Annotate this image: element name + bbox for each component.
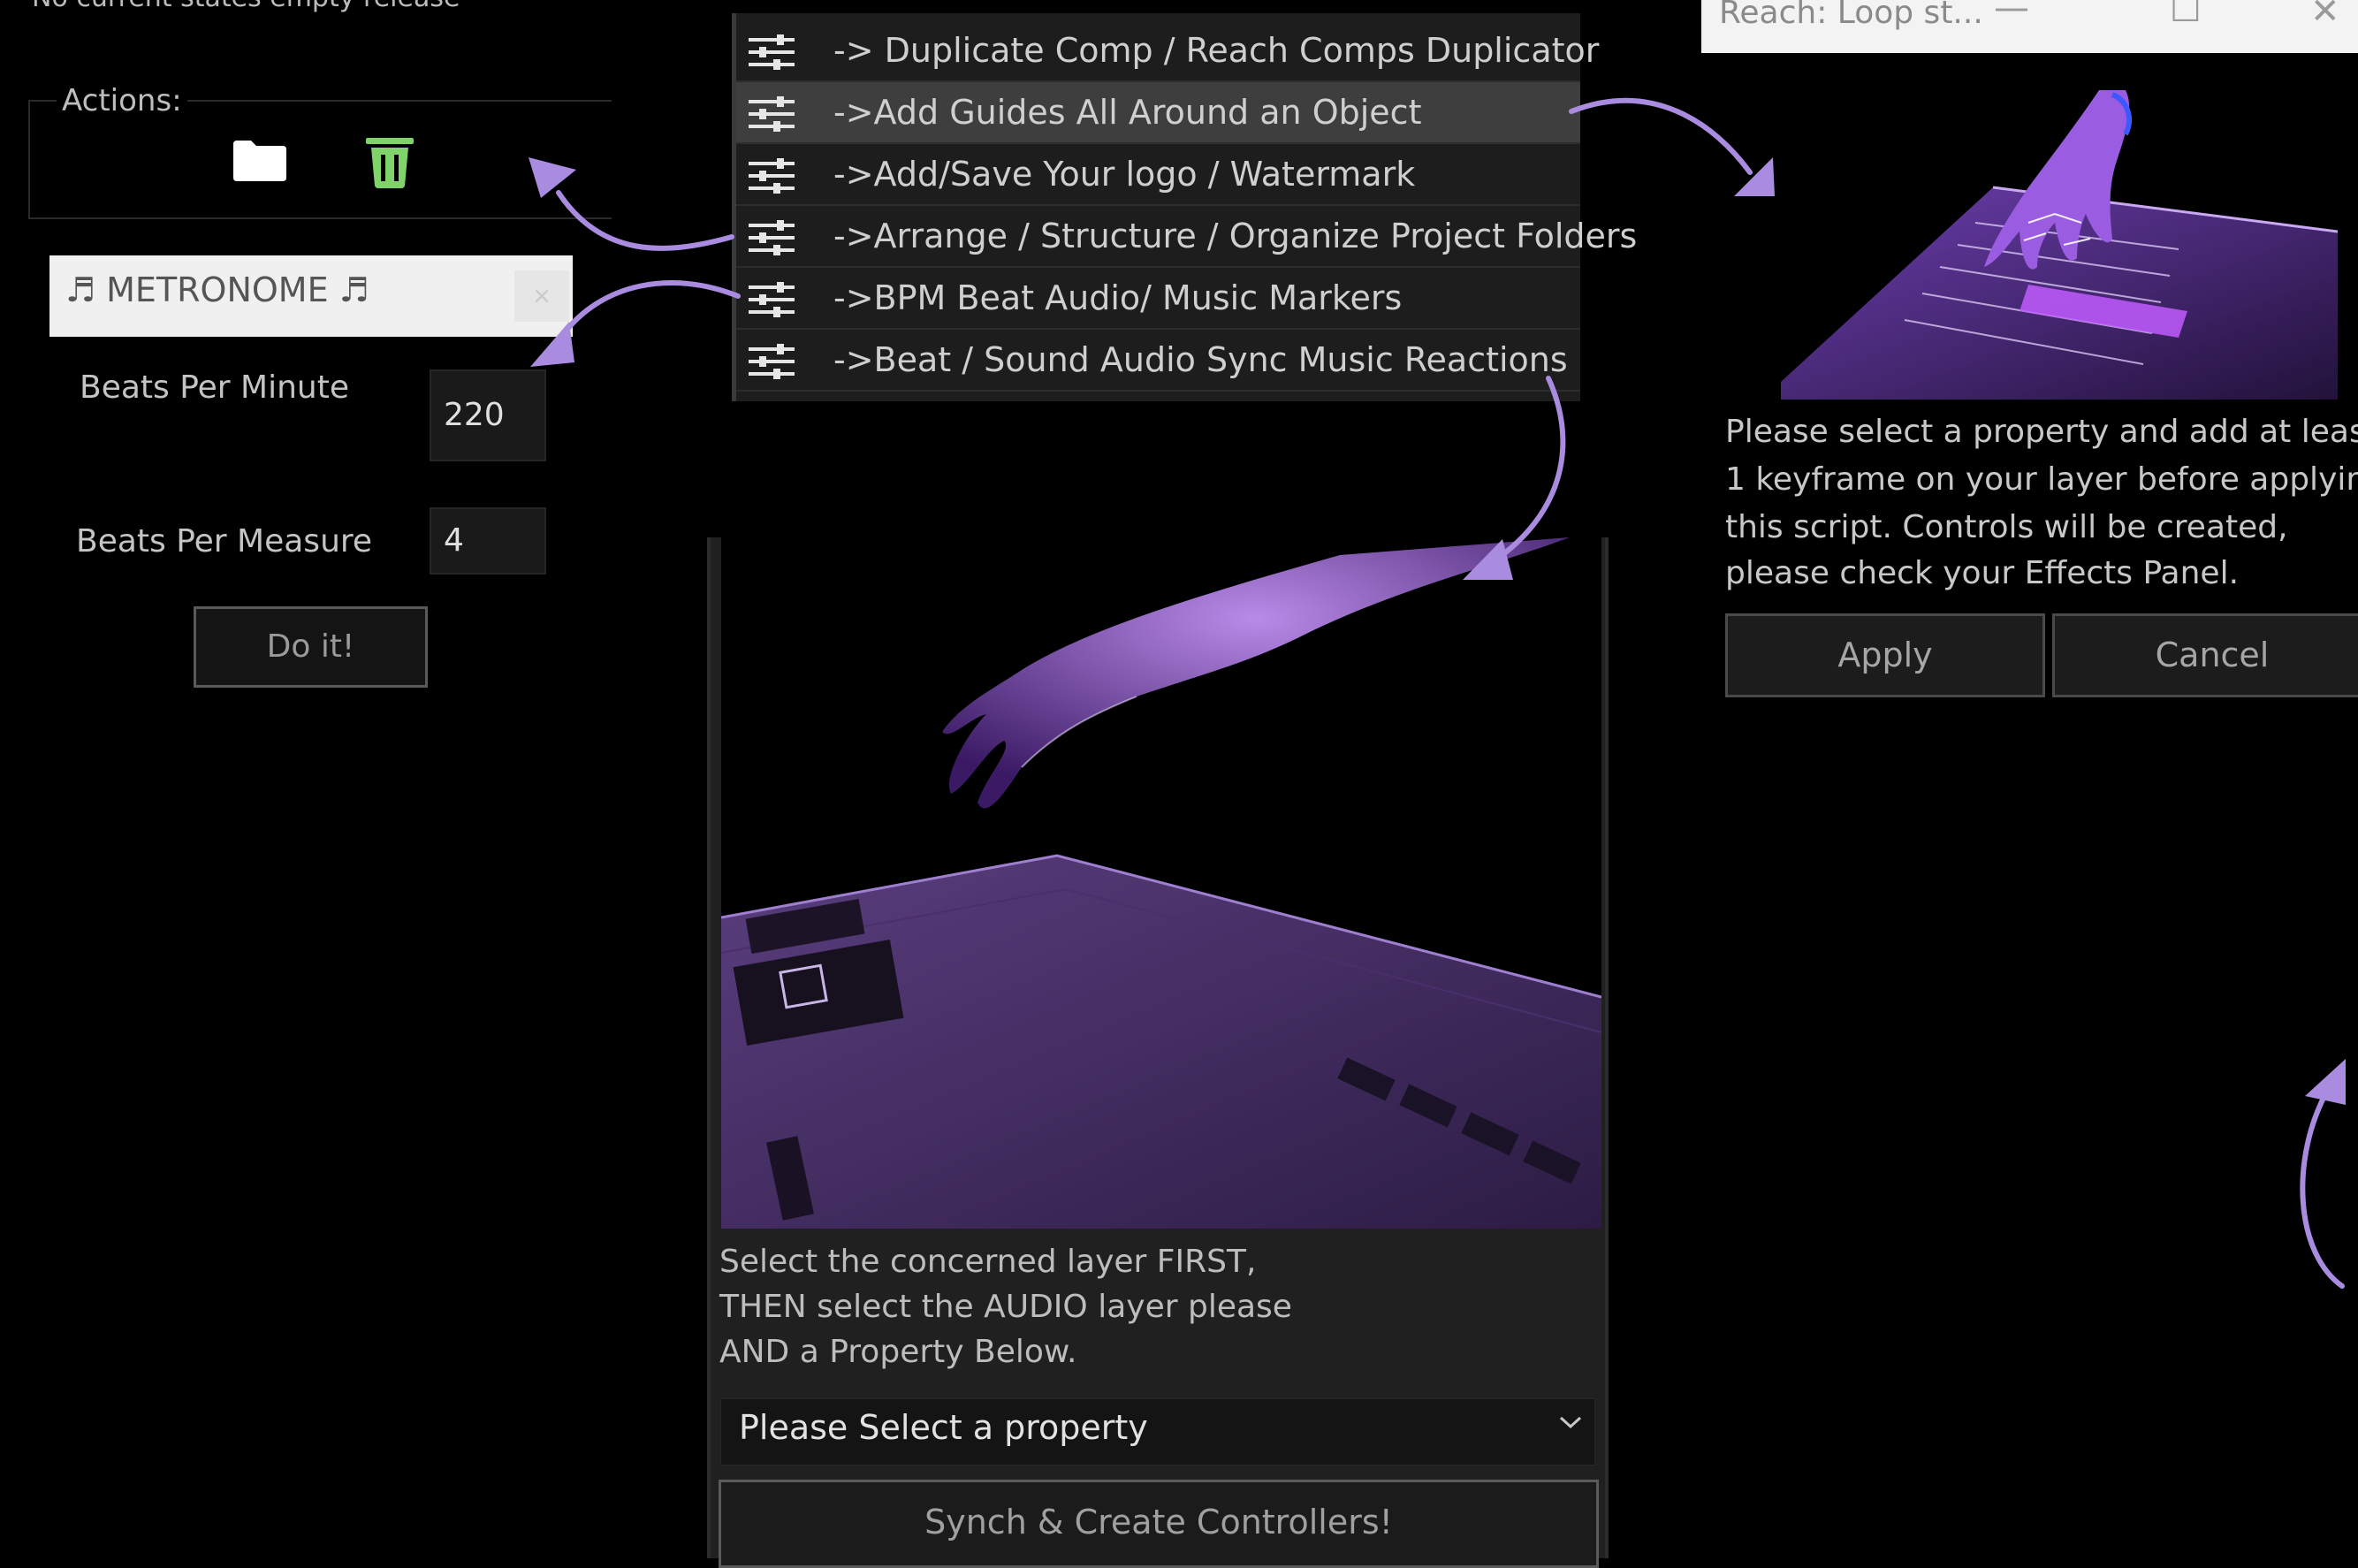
measure-input[interactable]: 4 xyxy=(430,507,546,575)
arrow-to-reach-window xyxy=(1569,97,1753,175)
trash-icon[interactable] xyxy=(364,133,415,193)
minimize-icon[interactable]: — xyxy=(1994,0,2029,28)
menu-item-label: ->Add/Save Your logo / Watermark xyxy=(833,155,1416,194)
chevron-down-icon[interactable] xyxy=(1558,1414,1583,1434)
close-icon[interactable]: ✕ xyxy=(2310,0,2340,32)
script-menu: -> Duplicate Comp / Reach Comps Duplicat… xyxy=(732,13,1637,401)
menu-item-label: ->Beat / Sound Audio Sync Music Reaction… xyxy=(833,340,1568,379)
arrowhead xyxy=(2305,1059,2346,1105)
sliders-icon xyxy=(747,280,796,323)
menu-item-add-guides[interactable]: ->Add Guides All Around an Object xyxy=(736,82,1580,144)
instruction-line: THEN select the AUDIO layer please xyxy=(719,1289,1292,1325)
menu-item-label: ->BPM Beat Audio/ Music Markers xyxy=(833,278,1403,317)
reach-loop-image xyxy=(1763,81,2338,400)
arrow-to-center-panel xyxy=(1491,376,1566,564)
menu-item-duplicate-comp[interactable]: -> Duplicate Comp / Reach Comps Duplicat… xyxy=(736,20,1599,82)
menu-item-bpm-markers[interactable]: ->BPM Beat Audio/ Music Markers xyxy=(736,268,1580,330)
menu-item-audio-sync[interactable]: ->Beat / Sound Audio Sync Music Reaction… xyxy=(736,330,1580,392)
apply-button[interactable]: Apply xyxy=(1725,613,2045,697)
sliders-icon xyxy=(747,33,796,75)
hand-keyboard-image xyxy=(721,537,1601,1229)
menu-item-add-logo[interactable]: ->Add/Save Your logo / Watermark xyxy=(736,144,1580,206)
cancel-button[interactable]: Cancel xyxy=(2052,613,2358,697)
menu-item-label: ->Arrange / Structure / Organize Project… xyxy=(833,217,1638,255)
measure-label: Beats Per Measure xyxy=(76,523,373,559)
message-line: 1 keyframe on your layer before applying xyxy=(1725,461,2358,498)
menu-item-arrange-folders[interactable]: ->Arrange / Structure / Organize Project… xyxy=(736,206,1637,268)
message-line: Please select a property and add at leas… xyxy=(1725,414,2358,450)
sliders-icon xyxy=(747,95,796,137)
menu-item-label: ->Add Guides All Around an Object xyxy=(833,93,1422,132)
arrow-to-metronome xyxy=(559,280,741,339)
arrow-bottom-right xyxy=(2300,1093,2345,1289)
menu-item-label: -> Duplicate Comp / Reach Comps Duplicat… xyxy=(833,31,1600,70)
instruction-line: AND a Property Below. xyxy=(719,1334,1077,1370)
do-it-button[interactable]: Do it! xyxy=(194,606,428,688)
sliders-icon xyxy=(747,218,796,261)
close-button[interactable]: × xyxy=(514,270,569,322)
instruction-line: Select the concerned layer FIRST, xyxy=(719,1244,1257,1280)
bpm-label: Beats Per Minute xyxy=(80,369,349,406)
clipped-header-text: No current states empty release xyxy=(32,0,460,13)
synch-create-controllers-button[interactable]: Synch & Create Controllers! xyxy=(719,1480,1599,1568)
sliders-icon xyxy=(747,342,796,384)
sliders-icon xyxy=(747,156,796,199)
property-select-value: Please Select a property xyxy=(739,1408,1148,1447)
message-line: please check your Effects Panel. xyxy=(1725,555,2240,591)
window-title: Reach: Loop st... xyxy=(1719,0,1983,31)
message-line: this script. Controls will be created, xyxy=(1725,509,2288,545)
actions-label: Actions: xyxy=(57,83,187,118)
folder-icon[interactable] xyxy=(232,137,288,186)
metronome-title: ♬ METRONOME ♬ xyxy=(65,270,369,309)
maximize-icon[interactable]: ☐ xyxy=(2170,0,2202,30)
bpm-input[interactable]: 220 xyxy=(430,369,546,461)
